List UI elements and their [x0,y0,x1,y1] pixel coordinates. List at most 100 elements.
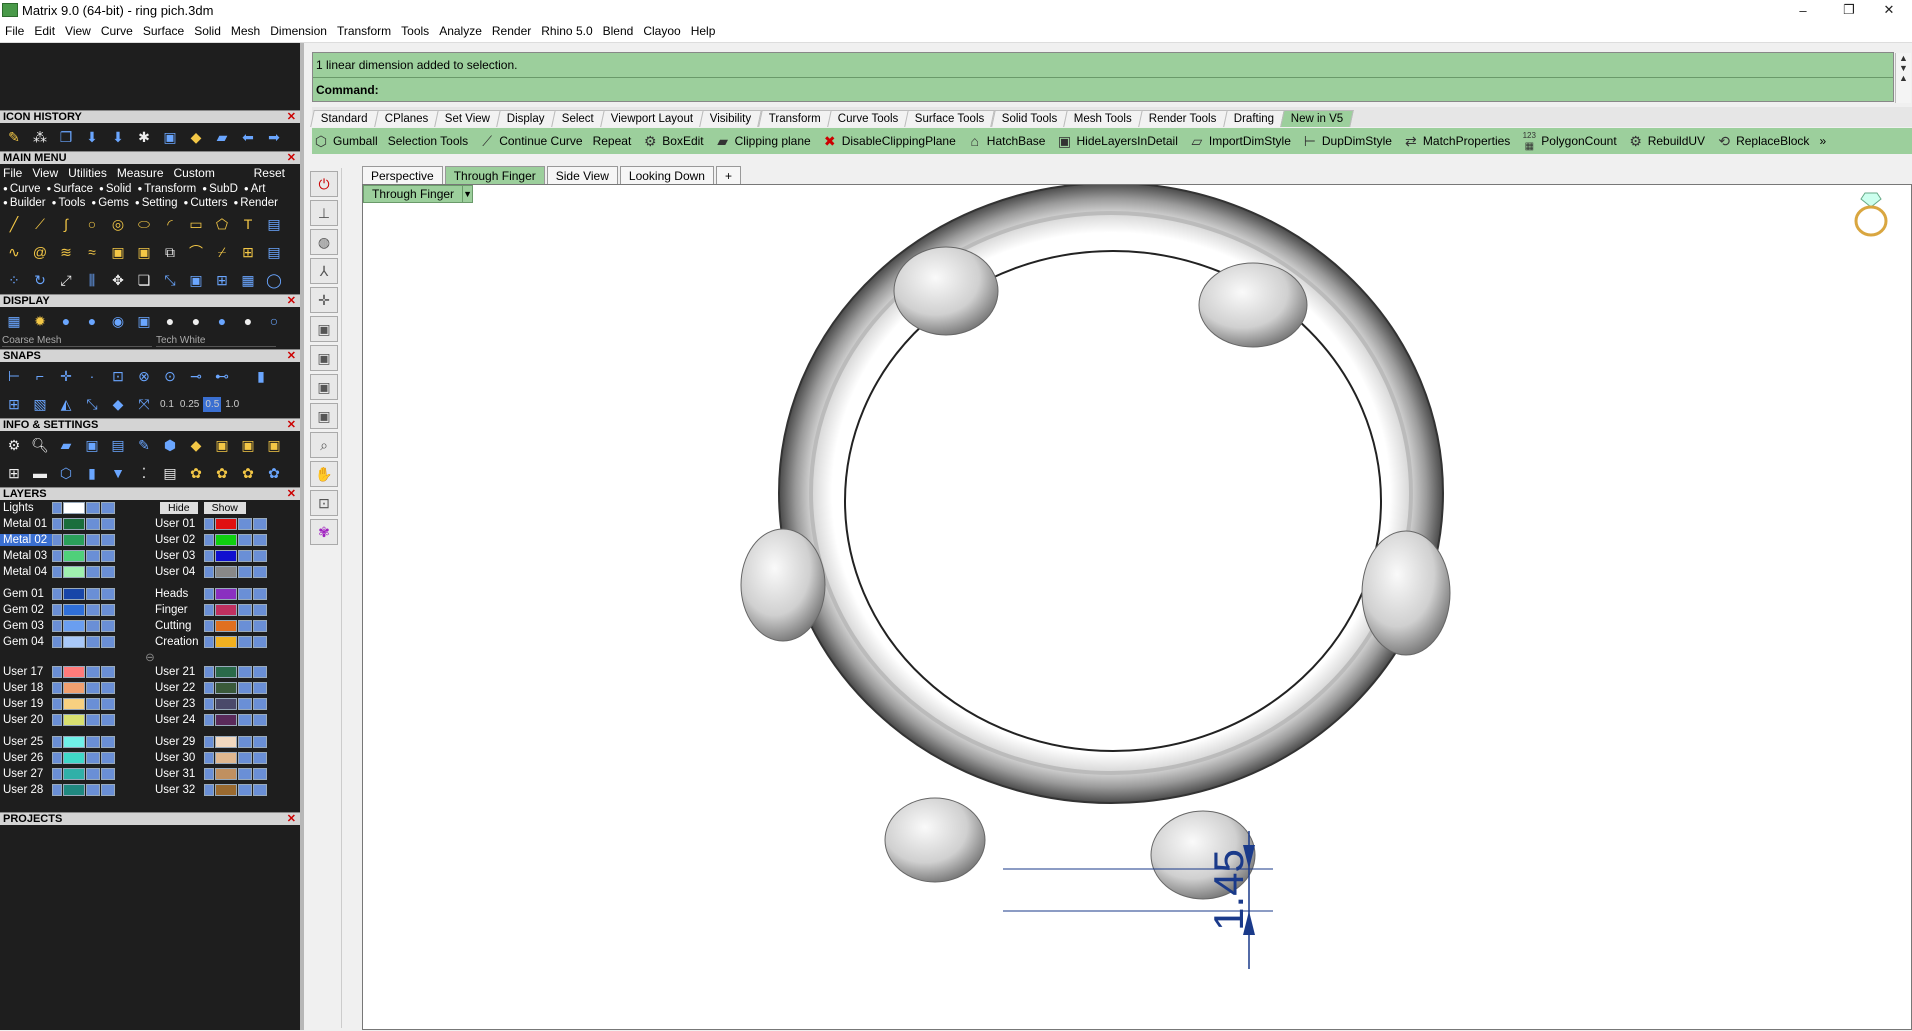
layer-name[interactable]: User 20 [0,714,52,726]
viewport[interactable]: 1.45 Through Finger ▼ [362,184,1912,1030]
more-tools-icon[interactable]: » [1819,134,1826,148]
settings-icon[interactable]: ⚙ [2,434,26,456]
layer-lock[interactable] [238,566,252,578]
layer-lock[interactable] [86,588,100,600]
layer-color[interactable] [63,768,85,780]
menu-clayoo[interactable]: Clayoo [638,24,685,38]
close-icon[interactable]: ✕ [287,152,296,165]
cat-solid[interactable]: Solid [99,183,132,195]
disableclippingplane-button[interactable]: ✖ DisableClippingPlane [821,132,956,150]
layer-expand[interactable] [52,534,62,546]
layer-expand[interactable] [52,682,62,694]
layer-lock[interactable] [238,736,252,748]
layer-expand[interactable] [52,768,62,780]
menu-curve[interactable]: Curve [96,24,138,38]
flow-icon[interactable]: ⤡ [158,269,182,291]
command-prompt[interactable]: Command: [313,78,1893,102]
dots-icon[interactable]: ⁚ [132,462,156,484]
layer-expand[interactable] [52,518,62,530]
shaded-icon[interactable]: ● [54,310,78,332]
cat-curve[interactable]: Curve [3,183,41,195]
box6-icon[interactable]: ▣ [262,434,286,456]
layer-expand[interactable] [52,636,62,648]
layer-expand[interactable] [52,698,62,710]
layer-lock[interactable] [238,682,252,694]
layer-lock[interactable] [238,620,252,632]
menu-file[interactable]: File [0,24,29,38]
layer-color[interactable] [215,784,237,796]
layer-color[interactable] [215,566,237,578]
snap-quad-icon[interactable]: ⊷ [210,365,234,387]
cat-gems[interactable]: Gems [91,197,129,209]
layer-visible[interactable] [253,698,267,710]
view-tab-through-finger[interactable]: Through Finger [444,166,545,184]
layer-lock[interactable] [86,752,100,764]
snap-mid-icon[interactable]: · [80,365,104,387]
gem-icon[interactable]: ◆ [184,126,208,148]
close-icon[interactable]: ✕ [287,111,296,124]
tab-render-tools[interactable]: Render Tools [1138,110,1228,127]
circle2-icon[interactable]: ◎ [106,213,130,235]
matchproperties-button[interactable]: ⇄ MatchProperties [1402,132,1510,150]
snap-ortho-icon[interactable]: ▮ [236,365,286,387]
edit-icon[interactable]: ✎ [132,434,156,456]
layer-color[interactable] [215,714,237,726]
tab-surface-tools[interactable]: Surface Tools [904,110,996,127]
polygon-icon[interactable]: ⬠ [210,213,234,235]
layer-name[interactable]: Gem 02 [0,604,52,616]
layer-expand[interactable] [52,666,62,678]
layer-lock[interactable] [86,682,100,694]
sphere1-icon[interactable]: ● [158,310,182,332]
hand-icon[interactable]: ✋ [310,461,338,487]
layer-lock[interactable] [86,714,100,726]
menu-solid[interactable]: Solid [189,24,226,38]
move-icon[interactable]: ✥ [106,269,130,291]
hatchbase-button[interactable]: ⌂ HatchBase [966,132,1046,150]
tab-display[interactable]: Display [496,110,556,127]
sphere2-icon[interactable]: ● [184,310,208,332]
planar-icon[interactable]: ▧ [28,393,52,415]
curve-icon[interactable]: ∫ [54,213,78,235]
cat-render[interactable]: Render [233,197,278,209]
layer-visible[interactable] [101,636,115,648]
view-front-icon[interactable]: ▣ [310,345,338,371]
layer-name[interactable]: User 27 [0,768,52,780]
snap-point-icon[interactable]: ✛ [54,365,78,387]
menu-rhino5[interactable]: Rhino 5.0 [536,24,597,38]
ghost-icon[interactable]: ◉ [106,310,130,332]
layer-color[interactable] [215,752,237,764]
layer-color[interactable] [215,682,237,694]
layer-name[interactable]: User 02 [152,534,204,546]
layer-expand[interactable] [204,620,214,632]
tab-select[interactable]: Select [551,110,605,127]
menu-surface[interactable]: Surface [138,24,189,38]
layer-visible[interactable] [101,550,115,562]
layer-visible[interactable] [101,620,115,632]
layer-lock[interactable] [238,666,252,678]
layer-color[interactable] [63,698,85,710]
layer-color[interactable] [63,714,85,726]
spiral-icon[interactable]: @ [28,241,52,263]
snap-value-1[interactable]: 0.25 [178,397,201,412]
layer-color[interactable] [63,604,85,616]
layer-lock[interactable] [238,550,252,562]
layer-name[interactable]: User 17 [0,666,52,678]
folder-icon[interactable]: ▰ [210,126,234,148]
box-icon[interactable]: ▣ [184,269,208,291]
layer-lock[interactable] [86,698,100,710]
layer-color[interactable] [63,736,85,748]
fillet-icon[interactable]: ⌒ [184,241,208,263]
menu-mesh[interactable]: Mesh [226,24,265,38]
layer-name[interactable]: Heads [152,588,204,600]
box3-icon[interactable]: ▣ [80,434,104,456]
cat-tools[interactable]: Tools [52,197,86,209]
snap-line-icon[interactable]: ⤡ [80,393,104,415]
layer-expand[interactable] [204,604,214,616]
layer-visible[interactable] [253,784,267,796]
layer-color[interactable] [215,604,237,616]
layer-expand[interactable] [204,714,214,726]
layer-expand[interactable] [52,784,62,796]
boxedit-button[interactable]: ⚙ BoxEdit [641,132,704,150]
layer-color[interactable] [63,636,85,648]
layer-name[interactable]: User 21 [152,666,204,678]
